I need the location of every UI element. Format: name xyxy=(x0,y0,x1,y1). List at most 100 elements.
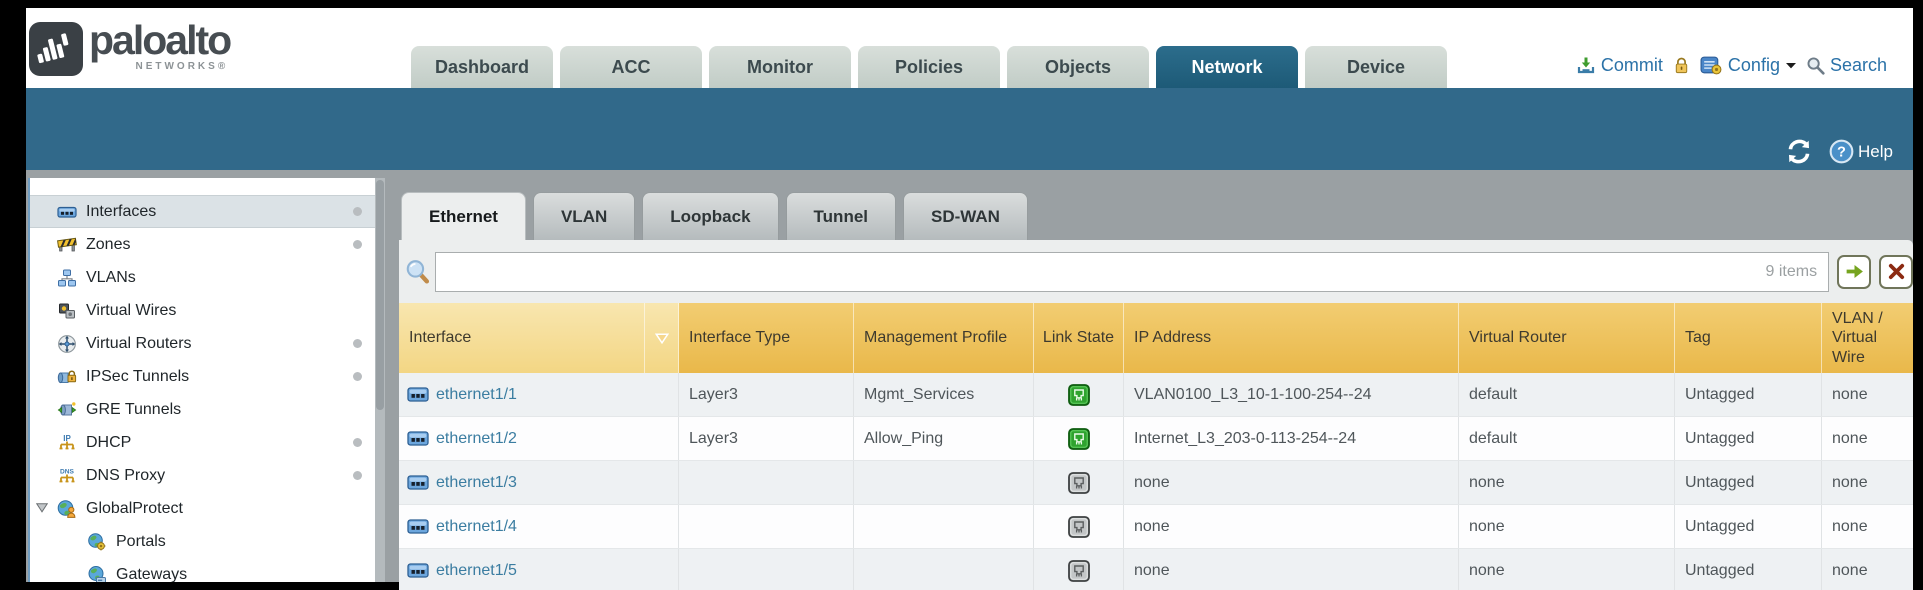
sidebar-item[interactable]: GRE Tunnels xyxy=(30,393,375,426)
sidebar-item[interactable]: Portals xyxy=(30,525,375,558)
paloalto-logo-icon xyxy=(29,22,83,76)
gre-tunnels-icon xyxy=(57,400,77,420)
dhcp-icon: IP xyxy=(57,433,77,453)
top-bar: paloalto NETWORKS® Dashboard ACC Monitor… xyxy=(26,8,1913,88)
paloalto-logo: paloalto NETWORKS® xyxy=(29,18,230,76)
interface-icon xyxy=(407,563,429,578)
sidebar-item-label: Zones xyxy=(86,236,353,254)
interface-link[interactable]: ethernet1/5 xyxy=(436,562,517,580)
cell-interface-type xyxy=(679,461,854,504)
interface-link[interactable]: ethernet1/3 xyxy=(436,474,517,492)
cell-tag: Untagged xyxy=(1675,549,1822,590)
sidebar-item-label: IPSec Tunnels xyxy=(86,368,353,386)
sidebar-item-label: Gateways xyxy=(116,566,375,583)
refresh-icon[interactable] xyxy=(1785,139,1813,164)
sidebar-item[interactable]: Virtual Wires xyxy=(30,294,375,327)
clear-x-icon xyxy=(1887,262,1906,281)
interface-link[interactable]: ethernet1/4 xyxy=(436,518,517,536)
sidebar-item[interactable]: IP DHCP xyxy=(30,426,375,459)
table-row: ethernet1/5 none none Untagged none xyxy=(399,549,1913,590)
go-arrow-icon xyxy=(1844,261,1865,282)
table-row: ethernet1/1 Layer3 Mgmt_Services VLAN010… xyxy=(399,373,1913,417)
column-header-ip-address[interactable]: IP Address xyxy=(1124,303,1459,373)
sub-tab[interactable]: Loopback xyxy=(642,192,778,240)
cell-vlan-wire: none xyxy=(1822,549,1913,590)
search-button[interactable]: Search xyxy=(1806,55,1887,76)
sort-dropdown[interactable] xyxy=(645,303,679,373)
sidebar-item[interactable]: DNS DNS Proxy xyxy=(30,459,375,492)
nav-tab[interactable]: Monitor xyxy=(709,46,851,88)
svg-text:DNS: DNS xyxy=(60,468,75,475)
sidebar-item[interactable]: Zones xyxy=(30,228,375,261)
cell-vlan-wire: none xyxy=(1822,417,1913,460)
sidebar-item[interactable]: VLANs xyxy=(30,261,375,294)
column-header-interface[interactable]: Interface xyxy=(399,303,645,373)
search-label: Search xyxy=(1830,55,1887,76)
cell-interface-type: Layer3 xyxy=(679,373,854,416)
cell-interface: ethernet1/3 xyxy=(399,461,679,504)
sidebar-item[interactable]: Interfaces xyxy=(30,195,375,228)
nav-tab[interactable]: Network xyxy=(1156,46,1298,88)
sub-tab[interactable]: SD-WAN xyxy=(903,192,1028,240)
help-label[interactable]: Help xyxy=(1858,142,1893,162)
ipsec-tunnels-icon xyxy=(57,367,77,387)
config-menu[interactable]: Config xyxy=(1700,55,1797,76)
link-up-icon[interactable] xyxy=(1068,384,1090,406)
triangle-down-icon[interactable] xyxy=(36,503,48,513)
brand-name: paloalto xyxy=(89,18,230,63)
cell-link-state xyxy=(1034,461,1124,504)
scrollbar-thumb[interactable] xyxy=(376,180,384,410)
column-header-management-profile[interactable]: Management Profile xyxy=(854,303,1034,373)
apply-filter-button[interactable] xyxy=(1837,255,1871,289)
column-header-interface-type[interactable]: Interface Type xyxy=(679,303,854,373)
link-up-icon[interactable] xyxy=(1068,428,1090,450)
sub-tab[interactable]: Ethernet xyxy=(401,192,526,240)
sub-header-band: ? Help xyxy=(26,88,1913,170)
column-header-vlan-virtual-wire[interactable]: VLAN / Virtual Wire xyxy=(1822,303,1913,373)
cell-ip-address: VLAN0100_L3_10-1-100-254--24 xyxy=(1124,373,1459,416)
table-row: ethernet1/2 Layer3 Allow_Ping Internet_L… xyxy=(399,417,1913,461)
commit-button[interactable]: Commit xyxy=(1576,55,1663,76)
nav-tab[interactable]: Device xyxy=(1305,46,1447,88)
nav-tab[interactable]: Objects xyxy=(1007,46,1149,88)
interface-icon xyxy=(407,431,429,446)
sub-tab[interactable]: Tunnel xyxy=(786,192,896,240)
cell-tag: Untagged xyxy=(1675,373,1822,416)
cell-virtual-router: default xyxy=(1459,373,1675,416)
config-icon xyxy=(1700,55,1723,76)
cell-interface: ethernet1/1 xyxy=(399,373,679,416)
caret-down-icon xyxy=(1785,62,1797,70)
lock-icon[interactable] xyxy=(1672,56,1691,75)
help-icon[interactable]: ? xyxy=(1829,139,1854,164)
nav-tab[interactable]: ACC xyxy=(560,46,702,88)
clear-filter-button[interactable] xyxy=(1879,255,1913,289)
column-header-virtual-router[interactable]: Virtual Router xyxy=(1459,303,1675,373)
column-header-tag[interactable]: Tag xyxy=(1675,303,1822,373)
cell-vlan-wire: none xyxy=(1822,373,1913,416)
link-down-icon[interactable] xyxy=(1068,472,1090,494)
sort-down-icon xyxy=(655,333,669,344)
column-header-link-state[interactable]: Link State xyxy=(1034,303,1124,373)
sidebar-item-label: VLANs xyxy=(86,269,375,287)
sidebar-scrollbar[interactable] xyxy=(375,178,385,582)
cell-interface: ethernet1/5 xyxy=(399,549,679,590)
config-label: Config xyxy=(1728,55,1780,76)
filter-input[interactable] xyxy=(435,252,1829,292)
vlans-icon xyxy=(57,268,77,288)
status-dot xyxy=(353,372,362,381)
cell-interface-type xyxy=(679,549,854,590)
link-down-icon[interactable] xyxy=(1068,516,1090,538)
sidebar-item[interactable]: GlobalProtect xyxy=(30,492,375,525)
interface-link[interactable]: ethernet1/1 xyxy=(436,386,517,404)
dns-proxy-icon: DNS xyxy=(57,466,77,486)
sidebar-item[interactable]: Gateways xyxy=(30,558,375,582)
sub-tab[interactable]: VLAN xyxy=(533,192,635,240)
cell-management-profile: Allow_Ping xyxy=(854,417,1034,460)
interface-icon xyxy=(407,475,429,490)
sidebar-item[interactable]: Virtual Routers xyxy=(30,327,375,360)
nav-tab[interactable]: Dashboard xyxy=(411,46,553,88)
link-down-icon[interactable] xyxy=(1068,560,1090,582)
interface-link[interactable]: ethernet1/2 xyxy=(436,430,517,448)
sidebar-item[interactable]: IPSec Tunnels xyxy=(30,360,375,393)
nav-tab[interactable]: Policies xyxy=(858,46,1000,88)
